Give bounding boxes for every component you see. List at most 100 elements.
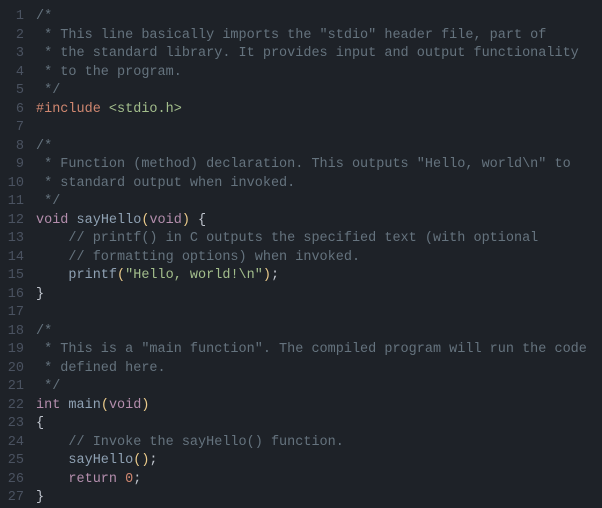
code-line[interactable]: * defined here.: [36, 360, 602, 379]
token-p: [36, 453, 68, 468]
code-line[interactable]: return 0;: [36, 471, 602, 490]
token-inc: <stdio.h>: [109, 102, 182, 117]
token-pa: (): [133, 453, 149, 468]
code-line[interactable]: /*: [36, 8, 602, 27]
code-editor-content[interactable]: /* * This line basically imports the "st…: [36, 0, 602, 500]
line-number: 10: [0, 175, 24, 194]
code-line[interactable]: [36, 304, 602, 323]
code-line[interactable]: */: [36, 378, 602, 397]
line-number: 12: [0, 212, 24, 231]
line-number: 4: [0, 64, 24, 83]
token-c: */: [36, 379, 60, 394]
token-c: * Function (method) declaration. This ou…: [36, 157, 571, 172]
token-p: [117, 472, 125, 487]
token-c: * This is a "main function". The compile…: [36, 342, 587, 357]
line-number: 3: [0, 45, 24, 64]
token-p: ;: [271, 268, 279, 283]
token-p: [36, 231, 68, 246]
token-c: */: [36, 194, 60, 209]
line-number-gutter: 1234567891011121314151617181920212223242…: [0, 0, 36, 500]
code-line[interactable]: */: [36, 82, 602, 101]
token-call: printf: [68, 268, 117, 283]
line-number: 24: [0, 434, 24, 453]
token-c: /*: [36, 9, 52, 24]
line-number: 8: [0, 138, 24, 157]
token-pa: (: [117, 268, 125, 283]
token-p: }: [36, 490, 44, 505]
code-line[interactable]: }: [36, 286, 602, 305]
token-c: // formatting options) when invoked.: [68, 250, 360, 265]
code-line[interactable]: // formatting options) when invoked.: [36, 249, 602, 268]
token-fn: main: [68, 398, 100, 413]
token-c: * defined here.: [36, 361, 166, 376]
code-line[interactable]: // Invoke the sayHello() function.: [36, 434, 602, 453]
code-line[interactable]: * Function (method) declaration. This ou…: [36, 156, 602, 175]
line-number: 7: [0, 119, 24, 138]
token-c: * to the program.: [36, 65, 182, 80]
token-p: ;: [149, 453, 157, 468]
token-ty: void: [36, 213, 68, 228]
token-ty: void: [149, 213, 181, 228]
code-line[interactable]: int main(void): [36, 397, 602, 416]
code-line[interactable]: * the standard library. It provides inpu…: [36, 45, 602, 64]
line-number: 27: [0, 489, 24, 508]
line-number: 16: [0, 286, 24, 305]
line-number: 15: [0, 267, 24, 286]
token-pa: ): [141, 398, 149, 413]
token-pp: #include: [36, 102, 101, 117]
code-line[interactable]: {: [36, 415, 602, 434]
line-number: 23: [0, 415, 24, 434]
token-p: {: [190, 213, 206, 228]
token-p: [36, 435, 68, 450]
token-s: "Hello, world!\n": [125, 268, 263, 283]
token-c: * the standard library. It provides inpu…: [36, 46, 579, 61]
line-number: 5: [0, 82, 24, 101]
code-line[interactable]: void sayHello(void) {: [36, 212, 602, 231]
line-number: 17: [0, 304, 24, 323]
line-number: 14: [0, 249, 24, 268]
token-p: [101, 102, 109, 117]
code-line[interactable]: }: [36, 489, 602, 508]
token-p: [36, 472, 68, 487]
line-number: 1: [0, 8, 24, 27]
code-line[interactable]: * standard output when invoked.: [36, 175, 602, 194]
line-number: 6: [0, 101, 24, 120]
token-p: [68, 213, 76, 228]
token-c: /*: [36, 324, 52, 339]
token-c: */: [36, 83, 60, 98]
line-number: 19: [0, 341, 24, 360]
token-p: }: [36, 287, 44, 302]
token-c: /*: [36, 139, 52, 154]
code-line[interactable]: * to the program.: [36, 64, 602, 83]
token-call: sayHello: [68, 453, 133, 468]
code-line[interactable]: /*: [36, 138, 602, 157]
line-number: 18: [0, 323, 24, 342]
token-pa: ): [263, 268, 271, 283]
token-c: * This line basically imports the "stdio…: [36, 28, 546, 43]
line-number: 13: [0, 230, 24, 249]
code-line[interactable]: */: [36, 193, 602, 212]
line-number: 26: [0, 471, 24, 490]
token-ty: void: [109, 398, 141, 413]
token-kw: return: [68, 472, 117, 487]
code-line[interactable]: [36, 119, 602, 138]
code-line[interactable]: sayHello();: [36, 452, 602, 471]
code-line[interactable]: #include <stdio.h>: [36, 101, 602, 120]
token-c: // Invoke the sayHello() function.: [68, 435, 343, 450]
code-line[interactable]: /*: [36, 323, 602, 342]
token-c: // printf() in C outputs the specified t…: [68, 231, 538, 246]
line-number: 9: [0, 156, 24, 175]
token-ty: int: [36, 398, 60, 413]
token-p: {: [36, 416, 44, 431]
code-line[interactable]: * This is a "main function". The compile…: [36, 341, 602, 360]
token-c: * standard output when invoked.: [36, 176, 295, 191]
code-line[interactable]: // printf() in C outputs the specified t…: [36, 230, 602, 249]
line-number: 22: [0, 397, 24, 416]
code-line[interactable]: printf("Hello, world!\n");: [36, 267, 602, 286]
code-line[interactable]: * This line basically imports the "stdio…: [36, 27, 602, 46]
token-fn: sayHello: [77, 213, 142, 228]
line-number: 20: [0, 360, 24, 379]
line-number: 21: [0, 378, 24, 397]
token-p: [36, 250, 68, 265]
token-p: [36, 268, 68, 283]
